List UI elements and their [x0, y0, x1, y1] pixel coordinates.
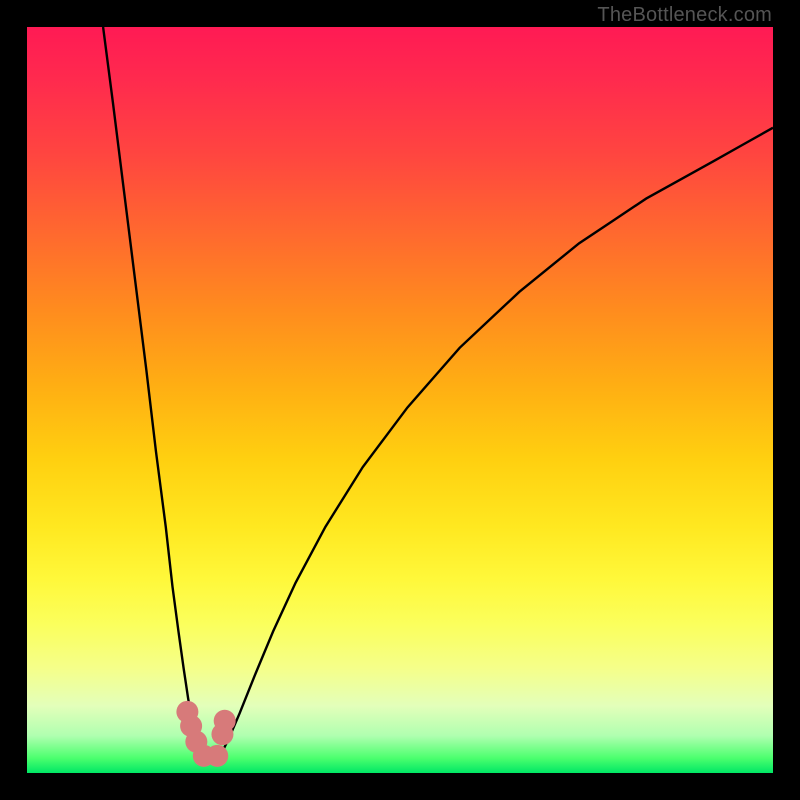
data-point	[214, 710, 236, 732]
points-layer	[27, 27, 773, 773]
plot-area	[27, 27, 773, 773]
data-point	[206, 745, 228, 767]
chart-frame: TheBottleneck.com	[0, 0, 800, 800]
attribution-text: TheBottleneck.com	[597, 4, 772, 27]
